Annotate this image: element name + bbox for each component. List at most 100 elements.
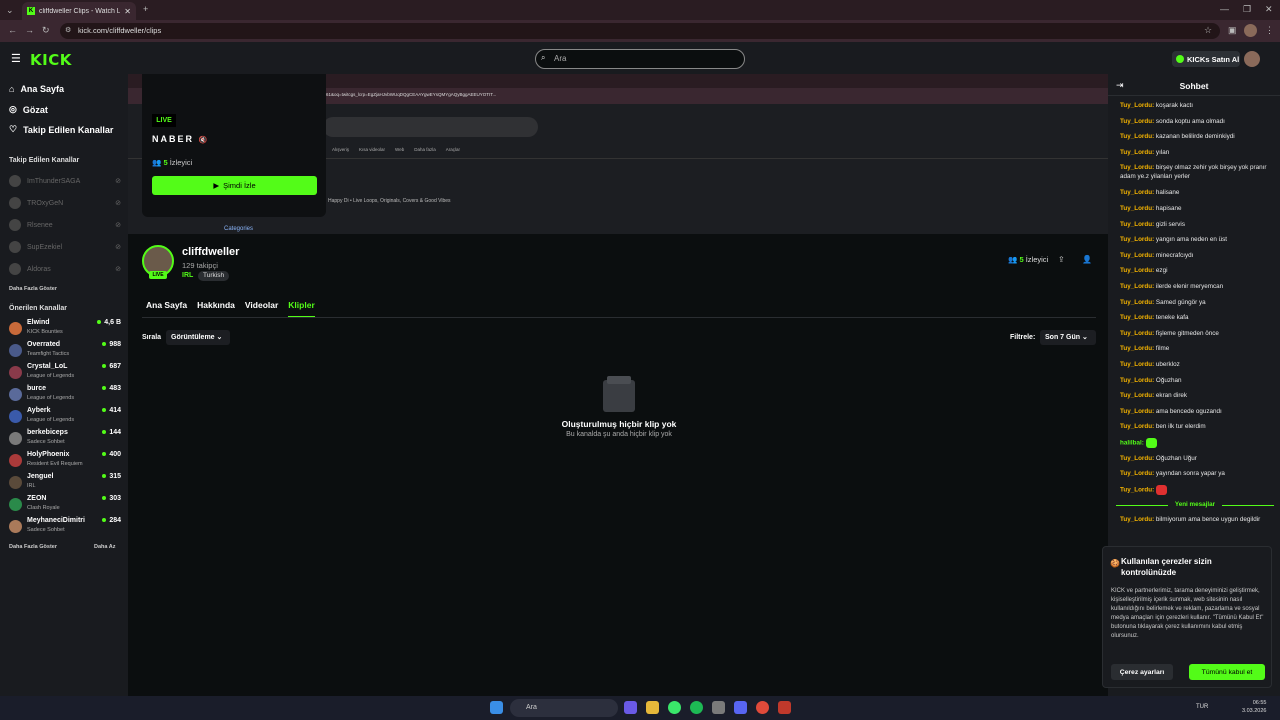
kick-logo[interactable]: KICK — [30, 51, 72, 69]
chat-username[interactable]: Tuy_Lordu: — [1120, 102, 1154, 109]
channel-name: Aldoras — [27, 265, 51, 273]
sidebar-item-following[interactable]: ♡ Takip Edilen Kanallar — [9, 124, 113, 135]
followed-channel[interactable]: Aldoras ⊘ — [9, 263, 121, 275]
chat-username[interactable]: Tuy_Lordu: — [1120, 377, 1154, 384]
maximize-icon[interactable]: ❐ — [1243, 4, 1251, 15]
chat-username[interactable]: Tuy_Lordu: — [1120, 486, 1154, 493]
chat-username[interactable]: Tuy_Lordu: — [1120, 314, 1154, 321]
recommended-channel[interactable]: MeyhaneciDimitri Sadece Sohbet 284 — [9, 517, 121, 537]
channel-category: League of Legends — [27, 373, 75, 379]
recommended-channel[interactable]: Crystal_LoL League of Legends 687 — [9, 363, 121, 383]
stream-preview[interactable]: cliffdweller Clips - Watch Live ... twit… — [128, 74, 1108, 234]
emote-icon — [1155, 484, 1167, 495]
search-input[interactable]: Ara — [535, 49, 745, 69]
buy-kicks-button[interactable]: KICKs Satın Al — [1172, 51, 1240, 67]
muted-icon[interactable]: 🔇 — [199, 137, 208, 144]
chat-username[interactable]: Tuy_Lordu: — [1120, 118, 1154, 125]
recommended-channel[interactable]: Elwind KICK Bounties 4,6 B — [9, 319, 121, 339]
chat-username[interactable]: Tuy_Lordu: — [1120, 345, 1154, 352]
user-avatar[interactable] — [1244, 51, 1260, 67]
window-close-icon[interactable]: ✕ — [1265, 4, 1273, 15]
chat-username[interactable]: Tuy_Lordu: — [1120, 221, 1154, 228]
sort-select[interactable]: Görüntüleme ⌄ — [166, 330, 230, 345]
show-more-recommended[interactable]: Daha Fazla Göster — [9, 544, 57, 550]
chat-username[interactable]: Tuy_Lordu: — [1120, 205, 1154, 212]
keyboard-language[interactable]: TUR — [1196, 704, 1208, 710]
profile-avatar[interactable] — [1244, 24, 1257, 37]
windows-start-icon[interactable] — [490, 701, 503, 714]
show-less-recommended[interactable]: Daha Az — [94, 544, 116, 550]
minimize-icon[interactable]: — — [1220, 4, 1229, 14]
recommended-channel[interactable]: ZEON Clash Royale 303 — [9, 495, 121, 515]
recommended-channel[interactable]: HolyPhoenix Resident Evil Requiem 400 — [9, 451, 121, 471]
discord-icon[interactable] — [734, 701, 747, 714]
close-icon[interactable]: ✕ — [124, 7, 131, 16]
accept-all-button[interactable]: Tümünü kabul et — [1189, 664, 1265, 680]
share-icon[interactable]: ⇪ — [1058, 255, 1065, 264]
reload-icon[interactable]: ↻ — [42, 25, 50, 36]
chat-username[interactable]: Tuy_Lordu: — [1120, 408, 1154, 415]
chat-username[interactable]: Tuy_Lordu: — [1120, 189, 1154, 196]
follow-icon[interactable]: 👤 — [1082, 255, 1092, 264]
extensions-icon[interactable]: ▣ — [1228, 25, 1237, 36]
filter-select[interactable]: Son 7 Gün ⌄ — [1040, 330, 1096, 345]
chat-username[interactable]: Tuy_Lordu: — [1120, 330, 1154, 337]
show-more-followed[interactable]: Daha Fazla Göster — [9, 286, 57, 292]
recommended-channel[interactable]: burce League of Legends 483 — [9, 385, 121, 405]
browser-tab[interactable]: K cliffdweller Clips - Watch Live o ✕ — [22, 2, 136, 20]
chat-username[interactable]: halilbal: — [1120, 440, 1144, 447]
address-bar[interactable]: kick.com/cliffdweller/clips — [60, 23, 1220, 39]
site-info-icon[interactable]: ⚙ — [65, 26, 71, 34]
recommended-channel[interactable]: Overrated Teamfight Tactics 988 — [9, 341, 121, 361]
menu-dots-icon[interactable]: ⋮ — [1265, 25, 1274, 36]
chat-username[interactable]: Tuy_Lordu: — [1120, 392, 1154, 399]
taskbar-clock[interactable]: 06:55 3.03.2026 — [1242, 699, 1266, 715]
hamburger-menu-icon[interactable]: ☰ — [11, 52, 21, 65]
recommended-channel[interactable]: Ayberk League of Legends 414 — [9, 407, 121, 427]
chat-username[interactable]: Tuy_Lordu: — [1120, 470, 1154, 477]
chat-username[interactable]: Tuy_Lordu: — [1120, 361, 1154, 368]
steam-icon[interactable] — [712, 701, 725, 714]
tab-clips[interactable]: Klipler — [288, 300, 315, 318]
channel-avatar — [9, 520, 22, 533]
tab-home[interactable]: Ana Sayfa — [146, 300, 187, 318]
chrome-active-icon[interactable] — [756, 701, 769, 714]
channel-tag[interactable]: Turkish — [198, 271, 230, 281]
taskbar-search[interactable]: Ara — [510, 699, 618, 717]
spotify-icon[interactable] — [690, 701, 703, 714]
chat-username[interactable]: Tuy_Lordu: — [1120, 267, 1154, 274]
chat-username[interactable]: Tuy_Lordu: — [1120, 164, 1154, 171]
new-tab-icon[interactable]: + — [143, 4, 148, 14]
chrome-icon[interactable] — [668, 701, 681, 714]
chat-username[interactable]: Tuy_Lordu: — [1120, 236, 1154, 243]
chat-username[interactable]: Tuy_Lordu: — [1120, 299, 1154, 306]
followed-channel[interactable]: Rlsenee ⊘ — [9, 219, 121, 231]
app-icon[interactable] — [778, 701, 791, 714]
channel-category[interactable]: IRL — [182, 272, 193, 279]
sidebar-item-browse[interactable]: ◎ Gözat — [9, 104, 48, 115]
forward-icon[interactable]: → — [25, 25, 34, 35]
tab-list-icon[interactable]: ⌄ — [6, 5, 14, 16]
chat-username[interactable]: Tuy_Lordu: — [1120, 133, 1154, 140]
tab-about[interactable]: Hakkında — [197, 300, 235, 318]
back-icon[interactable]: ← — [8, 25, 17, 35]
chat-username[interactable]: Tuy_Lordu: — [1120, 283, 1154, 290]
chat-username[interactable]: Tuy_Lordu: — [1120, 423, 1154, 430]
live-badge: LIVE — [152, 114, 176, 127]
chat-username[interactable]: Tuy_Lordu: — [1120, 455, 1154, 462]
bookmark-star-icon[interactable]: ☆ — [1204, 25, 1212, 36]
followed-channel[interactable]: SupEzekiel ⊘ — [9, 241, 121, 253]
followed-channel[interactable]: ImThunderSAGA ⊘ — [9, 175, 121, 187]
file-explorer-icon[interactable] — [646, 701, 659, 714]
chat-username[interactable]: Tuy_Lordu: — [1120, 149, 1154, 156]
chat-username[interactable]: Tuy_Lordu: — [1120, 252, 1154, 259]
recommended-channel[interactable]: Jenguel IRL 315 — [9, 473, 121, 493]
followed-channel[interactable]: TROxyGeN ⊘ — [9, 197, 121, 209]
watch-now-button[interactable]: ▶ Şimdi İzle — [152, 176, 317, 195]
cookie-settings-button[interactable]: Çerez ayarları — [1111, 664, 1173, 680]
copilot-icon[interactable] — [624, 701, 637, 714]
recommended-channel[interactable]: berkebiceps Sadece Sohbet 144 — [9, 429, 121, 449]
sidebar-item-home[interactable]: ⌂ Ana Sayfa — [9, 84, 64, 94]
tab-videos[interactable]: Videolar — [245, 300, 278, 318]
chat-username[interactable]: Tuy_Lordu: — [1120, 516, 1154, 523]
